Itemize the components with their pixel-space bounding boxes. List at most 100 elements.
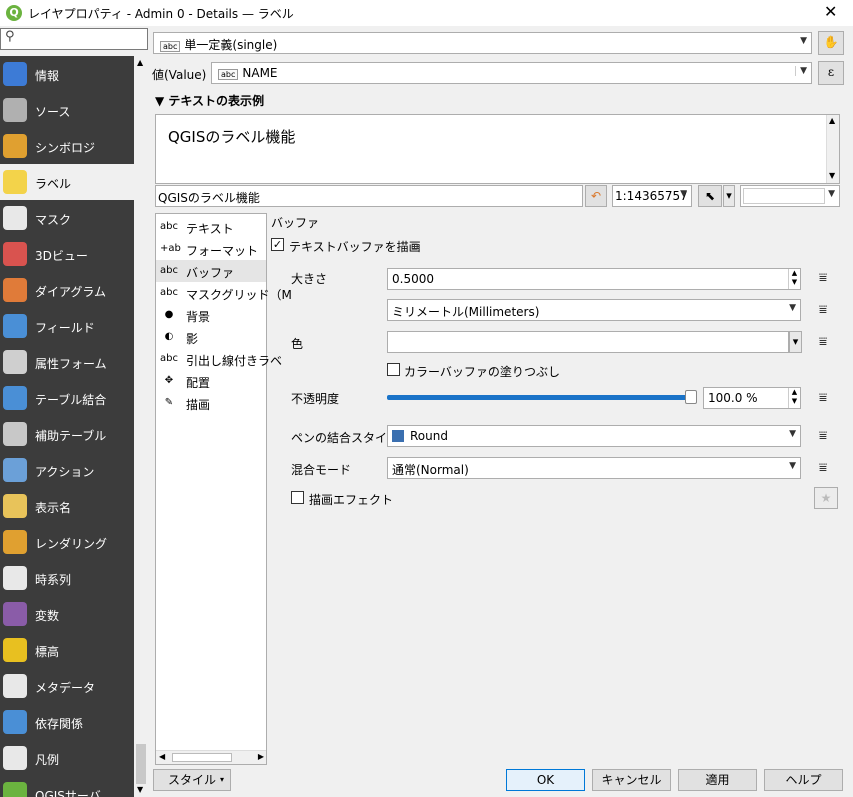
sidebar-item[interactable]: 変数 <box>0 596 134 632</box>
color-button[interactable] <box>387 331 789 353</box>
preview-scrollbar[interactable]: ▲ ▼ <box>826 115 839 183</box>
data-defined-override-icon[interactable]: ⩸ <box>812 427 834 445</box>
sidebar-item[interactable]: 依存関係 <box>0 704 134 740</box>
map-scale-button[interactable]: ⬉ <box>698 185 722 207</box>
actions-gear-icon <box>3 458 27 482</box>
spin-arrows-icon[interactable]: ▲ ▼ <box>788 388 800 408</box>
blend-mode-combo[interactable]: 通常(Normal) ▼ <box>387 457 801 479</box>
sidebar-item[interactable]: 時系列 <box>0 560 134 596</box>
tree-item[interactable]: ● 背景 <box>156 304 266 326</box>
draw-buffer-checkbox[interactable]: ✓ <box>271 238 284 251</box>
spin-arrows-icon[interactable]: ▲ ▼ <box>788 269 800 289</box>
color-dropdown-button[interactable]: ▾ <box>789 331 802 353</box>
data-defined-override-icon[interactable]: ⩸ <box>812 459 834 477</box>
scale-dropdown-button[interactable]: ▾ <box>723 185 735 207</box>
sidebar-item[interactable]: マスク <box>0 200 134 236</box>
opacity-slider-handle[interactable] <box>685 390 697 404</box>
tree-item-icon: ● <box>164 309 174 320</box>
tree-item-label: 背景 <box>186 310 211 324</box>
sidebar-item[interactable]: メタデータ <box>0 668 134 704</box>
data-defined-override-icon[interactable]: ⩸ <box>812 333 834 351</box>
effects-settings-button[interactable]: ★ <box>814 487 838 509</box>
chevron-down-icon: ▾ <box>219 775 224 784</box>
data-defined-override-icon[interactable]: ⩸ <box>405 237 427 255</box>
tree-item[interactable]: abc 引出し線付きラベ <box>156 348 282 370</box>
size-spinbox[interactable]: 0.5000 ▲ ▼ <box>387 268 801 290</box>
tree-item-label: 引出し線付きラベ <box>186 354 283 368</box>
ok-button[interactable]: OK <box>506 769 585 791</box>
sidebar-scrollbar[interactable]: ▲ ▼ <box>134 56 148 797</box>
pen-join-combo[interactable]: Round ▼ <box>387 425 801 447</box>
sidebar-item-label: 情報 <box>35 69 60 83</box>
sidebar-item-label: ダイアグラム <box>35 285 107 299</box>
preview-section-header[interactable]: ▼ テキストの表示例 <box>155 92 264 109</box>
sidebar-item[interactable]: ダイアグラム <box>0 272 134 308</box>
sidebar-item-label: 時系列 <box>35 573 72 587</box>
help-button[interactable]: ヘルプ <box>764 769 843 791</box>
label-mode-combo[interactable]: abc 単一定義(single) ▼ <box>153 32 812 54</box>
sidebar-item[interactable]: 3Dビュー <box>0 236 134 272</box>
tree-item[interactable]: abc テキスト <box>156 216 266 238</box>
close-icon[interactable]: ✕ <box>824 2 837 21</box>
dependencies-icon <box>3 710 27 734</box>
color-fill-checkbox[interactable] <box>387 363 400 376</box>
unit-combo[interactable]: ミリメートル(Millimeters) ▼ <box>387 299 801 321</box>
apply-button[interactable]: 適用 <box>678 769 757 791</box>
tree-item[interactable]: +ab フォーマット <box>156 238 266 260</box>
sidebar-item[interactable]: フィールド <box>0 308 134 344</box>
opacity-spinbox[interactable]: 100.0 % ▲ ▼ <box>703 387 801 409</box>
cancel-button[interactable]: キャンセル <box>592 769 671 791</box>
color-fill-label: カラーバッファの塗りつぶし <box>404 365 561 379</box>
value-label: 値(Value) <box>152 68 207 82</box>
tree-item[interactable]: abc マスクグリッド（M <box>156 282 292 304</box>
sidebar-item[interactable]: 属性フォーム <box>0 344 134 380</box>
draw-buffer-label: テキストバッファを描画 <box>289 240 421 254</box>
data-defined-override-icon[interactable]: ⩸ <box>812 301 834 319</box>
reset-preview-button[interactable]: ↶ <box>585 185 607 207</box>
color-label: 色 <box>291 337 304 351</box>
background-color-combo[interactable]: ▼ <box>740 185 840 207</box>
tree-item-icon: ◐ <box>164 331 174 342</box>
tree-item-label: 描画 <box>186 398 211 412</box>
tree-item[interactable]: abc バッファ <box>156 260 266 282</box>
sidebar-item-label: アクション <box>35 465 95 479</box>
tree-item-label: 影 <box>186 332 199 346</box>
preview-text-input[interactable]: QGISのラベル機能 <box>155 185 583 207</box>
sidebar-item[interactable]: QGISサーバ <box>0 776 134 797</box>
sidebar-item[interactable]: 凡例 <box>0 740 134 776</box>
rendering-brush-icon <box>3 530 27 554</box>
sidebar-item[interactable]: 表示名 <box>0 488 134 524</box>
sidebar-item[interactable]: シンボロジ <box>0 128 134 164</box>
sidebar-item[interactable]: レンダリング <box>0 524 134 560</box>
data-defined-override-icon[interactable]: ⩸ <box>812 269 834 287</box>
draw-effects-checkbox[interactable] <box>291 491 304 504</box>
chevron-down-icon: ▼ <box>789 461 796 471</box>
tree-item[interactable]: ✎ 描画 <box>156 392 266 414</box>
tree-horizontal-scrollbar[interactable]: ◀ ▶ <box>156 750 266 764</box>
sidebar-item[interactable]: ソース <box>0 92 134 128</box>
data-defined-override-icon[interactable]: ⩸ <box>812 389 834 407</box>
auto-placement-button[interactable]: ✋ <box>818 31 844 55</box>
expression-button[interactable]: ε <box>818 61 844 85</box>
tree-item[interactable]: ✥ 配置 <box>156 370 266 392</box>
sidebar-item[interactable]: ラベル <box>0 164 134 200</box>
tree-item[interactable]: ◐ 影 <box>156 326 266 348</box>
sidebar-item-label: フィールド <box>35 321 95 335</box>
preview-sample-text: QGISのラベル機能 <box>168 128 296 146</box>
tree-item-icon: ✥ <box>164 375 174 386</box>
join-icon <box>3 386 27 410</box>
sidebar-item[interactable]: 情報 <box>0 56 134 92</box>
search-input[interactable]: ⚲ <box>0 28 148 50</box>
sidebar-item[interactable]: アクション <box>0 452 134 488</box>
value-field-combo[interactable]: abc NAME ▼ <box>211 62 812 84</box>
style-menu-button[interactable]: スタイル ▾ <box>153 769 231 791</box>
sidebar-item[interactable]: テーブル結合 <box>0 380 134 416</box>
qgis-app-icon: Q <box>6 5 22 21</box>
scale-combo[interactable]: 1:14365757 ▼ <box>612 185 692 207</box>
opacity-slider[interactable] <box>387 395 693 400</box>
sidebar-item[interactable]: 補助テーブル <box>0 416 134 452</box>
sidebar-item[interactable]: 標高 <box>0 632 134 668</box>
label-settings-icon: ✋ <box>823 35 839 49</box>
sidebar-item-label: QGISサーバ <box>35 789 101 797</box>
collapse-triangle-icon: ▼ <box>155 94 165 108</box>
